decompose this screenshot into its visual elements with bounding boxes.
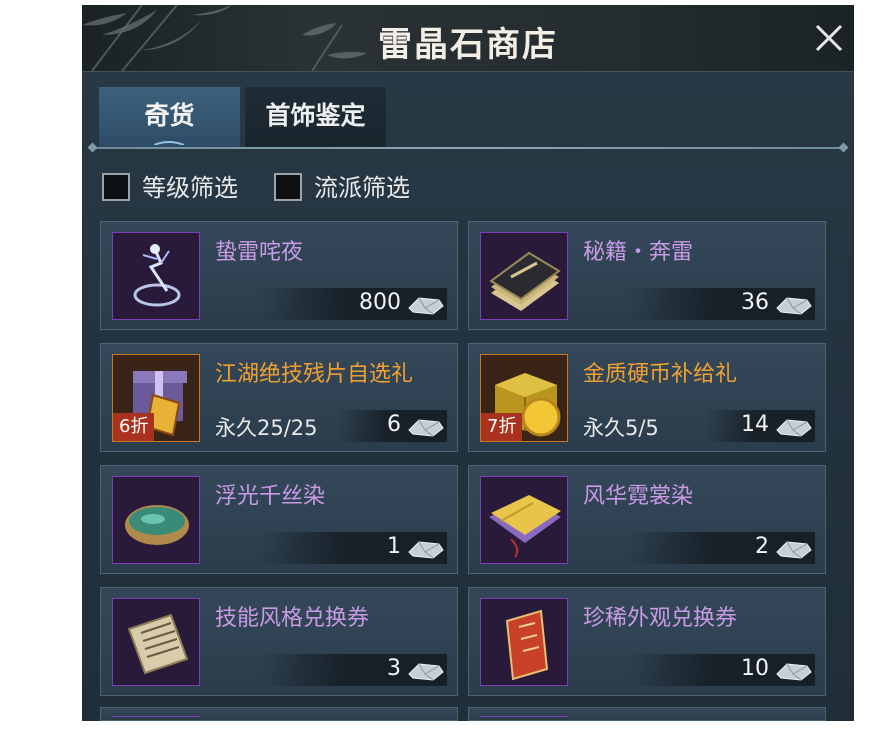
price-tag: 2 xyxy=(625,532,815,564)
item-price: 36 xyxy=(741,290,769,315)
discount-badge: 7折 xyxy=(481,413,523,441)
discount-badge: 6折 xyxy=(113,413,155,441)
item-price: 1 xyxy=(387,534,401,559)
shop-item[interactable]: 蛰雷咤夜 800 xyxy=(100,221,458,330)
item-price: 6 xyxy=(387,412,401,437)
shop-item[interactable]: 7折 金质硬币补给礼 永久5/5 14 xyxy=(468,343,826,452)
item-price: 2 xyxy=(755,534,769,559)
shop-item-partial[interactable] xyxy=(100,707,458,721)
level-filter-label: 等级筛选 xyxy=(142,174,238,202)
gift-box-icon: 6折 xyxy=(112,354,200,442)
item-price: 14 xyxy=(741,412,769,437)
item-name: 秘籍・奔雷 xyxy=(583,240,694,265)
price-tag: 1 xyxy=(257,532,447,564)
item-name: 技能风格兑换券 xyxy=(215,606,370,631)
item-icon-partial xyxy=(480,716,568,721)
lightning-crystal-icon xyxy=(776,419,812,437)
skill-book-icon xyxy=(480,232,568,320)
item-name: 江湖绝技残片自选礼 xyxy=(215,362,414,387)
level-filter-checkbox[interactable] xyxy=(102,173,130,201)
fabric-dye-icon xyxy=(480,476,568,564)
tab-divider xyxy=(92,147,844,149)
lightning-crystal-icon xyxy=(408,297,444,315)
tab-goods[interactable]: 奇货 xyxy=(99,87,240,147)
purchase-limit: 永久5/5 xyxy=(583,416,659,440)
lightning-crystal-icon xyxy=(408,663,444,681)
tab-jewelry-appraisal[interactable]: 首饰鉴定 xyxy=(245,87,386,147)
lightning-crystal-icon xyxy=(408,541,444,559)
scroll-voucher-icon xyxy=(112,598,200,686)
school-filter-label: 流派筛选 xyxy=(314,174,410,202)
shop-item[interactable]: 技能风格兑换券 3 xyxy=(100,587,458,696)
shop-item[interactable]: 秘籍・奔雷 36 xyxy=(468,221,826,330)
title-bar: 雷晶石商店 xyxy=(82,5,854,72)
shop-item[interactable]: 6折 江湖绝技残片自选礼 永久25/25 6 xyxy=(100,343,458,452)
close-icon[interactable] xyxy=(812,21,846,55)
lightning-crystal-icon xyxy=(408,419,444,437)
item-name: 浮光千丝染 xyxy=(215,484,326,509)
item-name: 珍稀外观兑换券 xyxy=(583,606,738,631)
price-tag: 6 xyxy=(337,410,447,442)
price-tag: 14 xyxy=(705,410,815,442)
dye-bowl-icon xyxy=(112,476,200,564)
price-tag: 10 xyxy=(625,654,815,686)
item-price: 800 xyxy=(359,290,401,315)
shop-item[interactable]: 风华霓裳染 2 xyxy=(468,465,826,574)
red-voucher-icon xyxy=(480,598,568,686)
lightning-spirit-icon xyxy=(112,232,200,320)
lightning-crystal-icon xyxy=(776,663,812,681)
price-tag: 3 xyxy=(257,654,447,686)
item-price: 3 xyxy=(387,656,401,681)
price-tag: 800 xyxy=(257,288,447,320)
lightning-crystal-icon xyxy=(776,297,812,315)
purchase-limit: 永久25/25 xyxy=(215,416,318,440)
item-price: 10 xyxy=(741,656,769,681)
shop-item-partial[interactable] xyxy=(468,707,826,721)
shop-item[interactable]: 珍稀外观兑换券 10 xyxy=(468,587,826,696)
tab-goods-label: 奇货 xyxy=(144,101,195,130)
shop-title: 雷晶石商店 xyxy=(378,25,558,65)
item-name: 金质硬币补给礼 xyxy=(583,362,738,387)
active-tab-indicator-icon xyxy=(154,141,184,145)
lightning-crystal-icon xyxy=(776,541,812,559)
price-tag: 36 xyxy=(625,288,815,320)
item-name: 蛰雷咤夜 xyxy=(215,240,304,265)
shop-window: 雷晶石商店 奇货 首饰鉴定 等级筛选 流派筛选 蛰雷咤夜 800 秘籍・奔雷 3… xyxy=(82,5,854,721)
coin-chest-icon: 7折 xyxy=(480,354,568,442)
tab-jewelry-appraisal-label: 首饰鉴定 xyxy=(265,101,366,130)
item-icon-partial xyxy=(112,716,200,721)
school-filter-checkbox[interactable] xyxy=(274,173,302,201)
item-name: 风华霓裳染 xyxy=(583,484,694,509)
shop-item[interactable]: 浮光千丝染 1 xyxy=(100,465,458,574)
